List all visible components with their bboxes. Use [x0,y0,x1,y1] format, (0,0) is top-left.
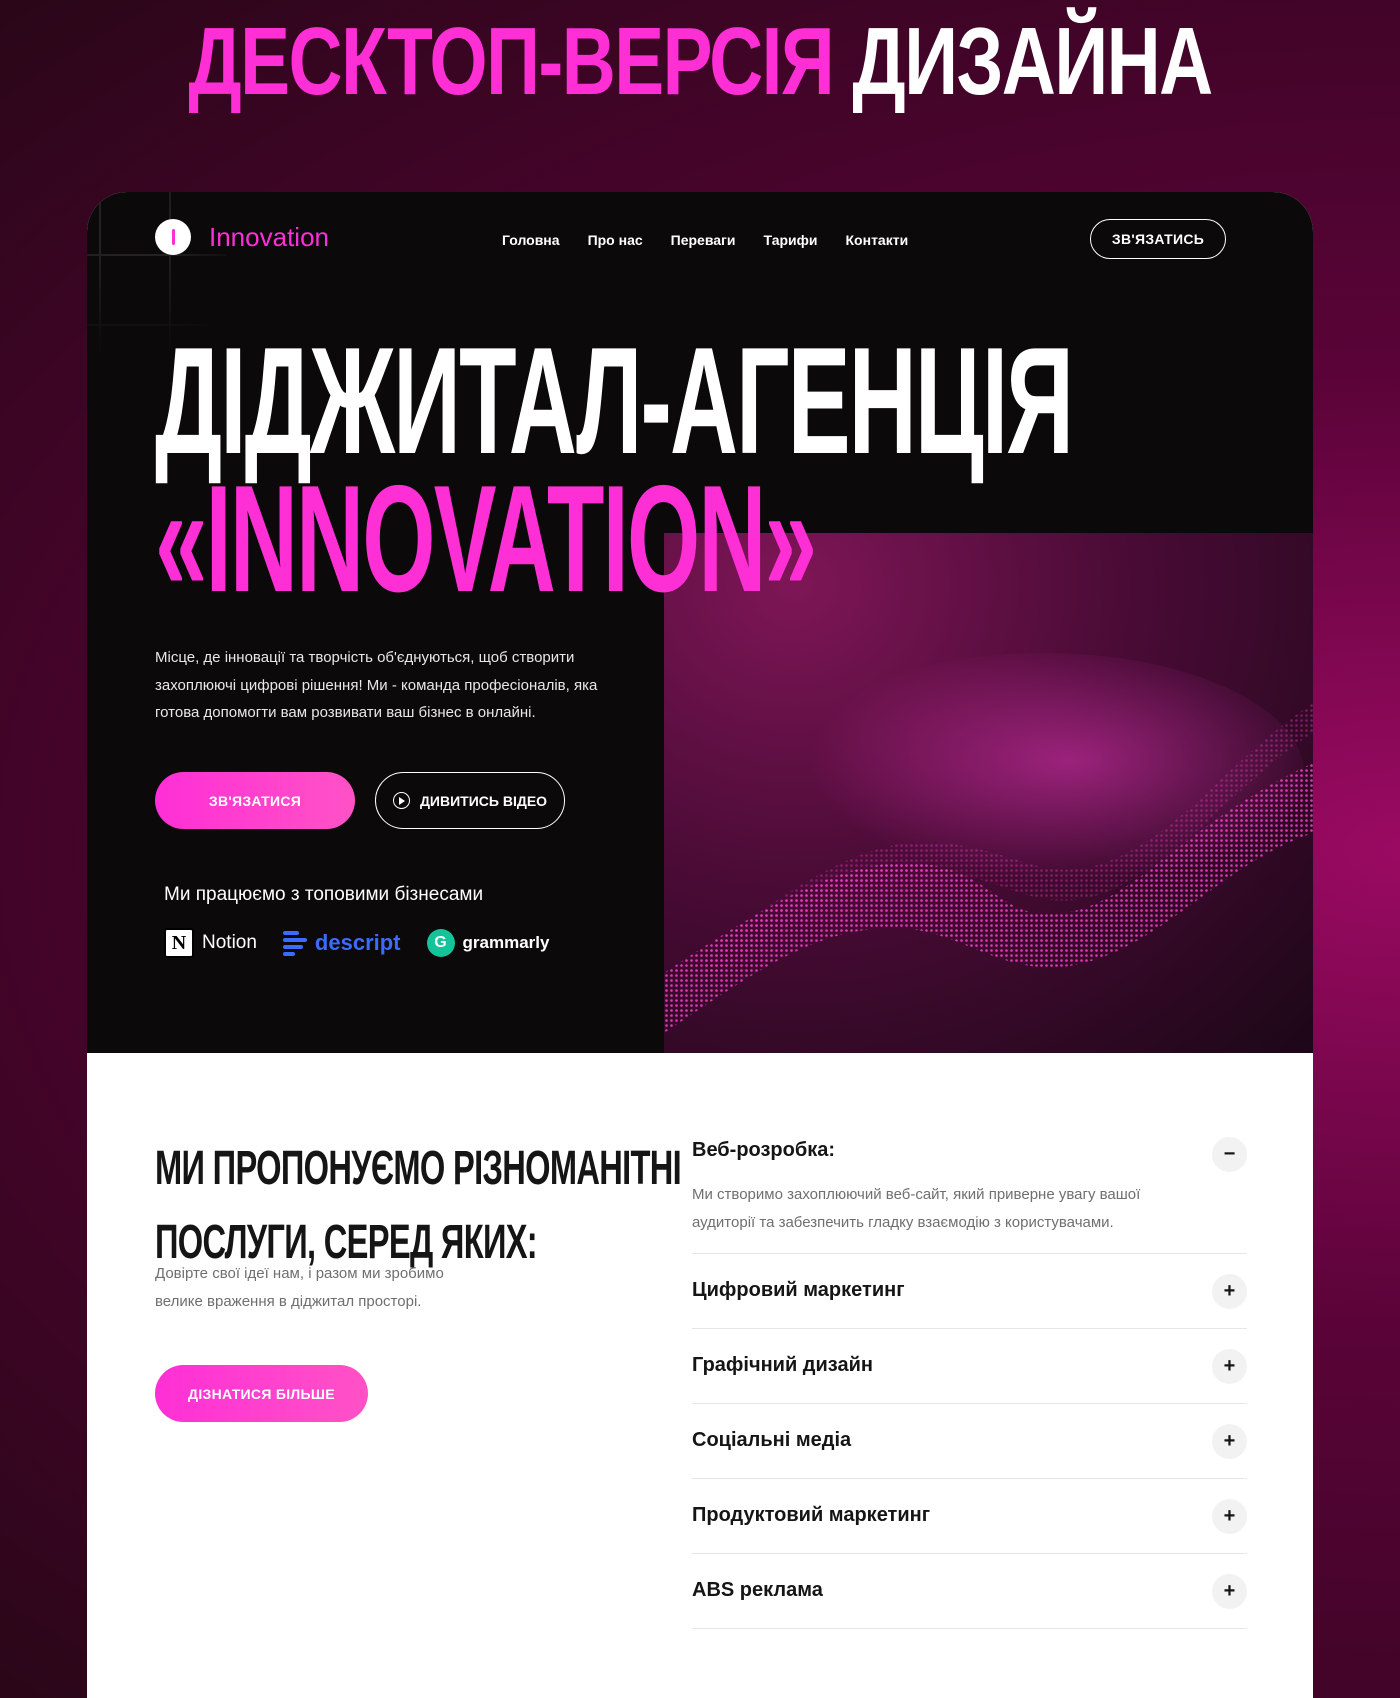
partner-grammarly: G grammarly [426,929,550,957]
logo-icon [155,219,191,255]
watch-video-label: ДИВИТИСЬ ВІДЕО [419,792,548,809]
contact-button[interactable]: ЗВ'ЯЗАТИСЯ [155,772,355,829]
website-frame: Innovation Головна Про нас Переваги Тари… [87,192,1313,1698]
accordion-item-body: Ми створимо захоплюючий веб-сайт, який п… [692,1186,1141,1231]
services-title-line1: МИ ПРОПОНУЄМО РІЗНОМАНІТНІ [155,1142,682,1195]
hero-title-line2: «INNOVATION» [155,454,817,624]
services-accordion: Веб-розробка: − Ми створимо захоплюючий … [692,1128,1247,1629]
watch-video-button[interactable]: ДИВИТИСЬ ВІДЕО [375,772,565,829]
nav-item-contacts[interactable]: Контакти [846,232,909,248]
plus-icon[interactable]: + [1212,1424,1247,1459]
hero-description: Місце, де інновації та творчість об'єдну… [155,649,598,721]
nav-item-benefits[interactable]: Переваги [671,232,736,248]
partner-descript: descript [282,930,401,956]
hero-title-line1: ДІДЖИТАЛ-АГЕНЦІЯ [155,316,1074,486]
play-icon [392,792,410,809]
learn-more-button[interactable]: ДІЗНАТИСЯ БІЛЬШЕ [155,1365,368,1422]
grammarly-icon: G [426,929,455,957]
partners-label: Ми працюємо з топовими бізнесами [164,884,484,905]
partner-logos: N Notion descript G grammarly [164,928,549,958]
accordion-item-digital-marketing[interactable]: Цифровий маркетинг + [692,1254,1247,1329]
plus-icon[interactable]: + [1212,1274,1247,1309]
logo[interactable]: Innovation [155,219,329,255]
partner-notion: N Notion [164,928,257,958]
banner-title: ДЕСКТОП-ВЕРСІЯ ДИЗАЙНА [154,14,1246,110]
accordion-item-social-media[interactable]: Соціальні медіа + [692,1404,1247,1479]
accordion-item-title: Цифровий маркетинг [692,1279,905,1301]
accordion-item-title: Веб-розробка: [692,1139,836,1161]
accordion-item-graphic-design[interactable]: Графічний дизайн + [692,1329,1247,1404]
partner-notion-label: Notion [202,932,257,953]
nav-item-home[interactable]: Головна [502,232,560,248]
accordion-item-title: ABS реклама [692,1579,823,1601]
plus-icon[interactable]: + [1212,1574,1247,1609]
nav-item-about[interactable]: Про нас [588,232,643,248]
partner-grammarly-label: grammarly [462,933,550,952]
plus-icon[interactable]: + [1212,1499,1247,1534]
nav-item-pricing[interactable]: Тарифи [764,232,818,248]
banner-title-pink: ДЕСКТОП-ВЕРСІЯ [188,8,834,115]
services-title: МИ ПРОПОНУЄМО РІЗНОМАНІТНІ ПОСЛУГИ, СЕРЕ… [155,1132,682,1280]
accordion-item-title: Соціальні медіа [692,1429,852,1451]
accordion-item-product-marketing[interactable]: Продуктовий маркетинг + [692,1479,1247,1554]
accordion-item-web-development[interactable]: Веб-розробка: − Ми створимо захоплюючий … [692,1128,1247,1254]
hero-title: ДІДЖИТАЛ-АГЕНЦІЯ «INNOVATION» [155,316,1074,624]
services-description: Довірте свої ідеї нам, і разом ми зробим… [155,1265,444,1310]
partner-descript-label: descript [314,930,401,955]
accordion-item-abs-ads[interactable]: ABS реклама + [692,1554,1247,1629]
plus-icon[interactable]: + [1212,1349,1247,1384]
logo-text: Innovation [209,221,329,252]
descript-icon [282,930,307,956]
minus-icon[interactable]: − [1212,1137,1247,1172]
hero-section: Innovation Головна Про нас Переваги Тари… [87,192,1313,1053]
accordion-item-title: Продуктовий маркетинг [692,1504,931,1526]
banner-title-white: ДИЗАЙНА [852,8,1213,115]
notion-icon: N [164,928,194,958]
header-contact-button[interactable]: ЗВ'ЯЗАТИСЬ [1090,219,1226,259]
accordion-item-title: Графічний дизайн [692,1354,873,1376]
main-nav: Головна Про нас Переваги Тарифи Контакти [502,232,908,248]
